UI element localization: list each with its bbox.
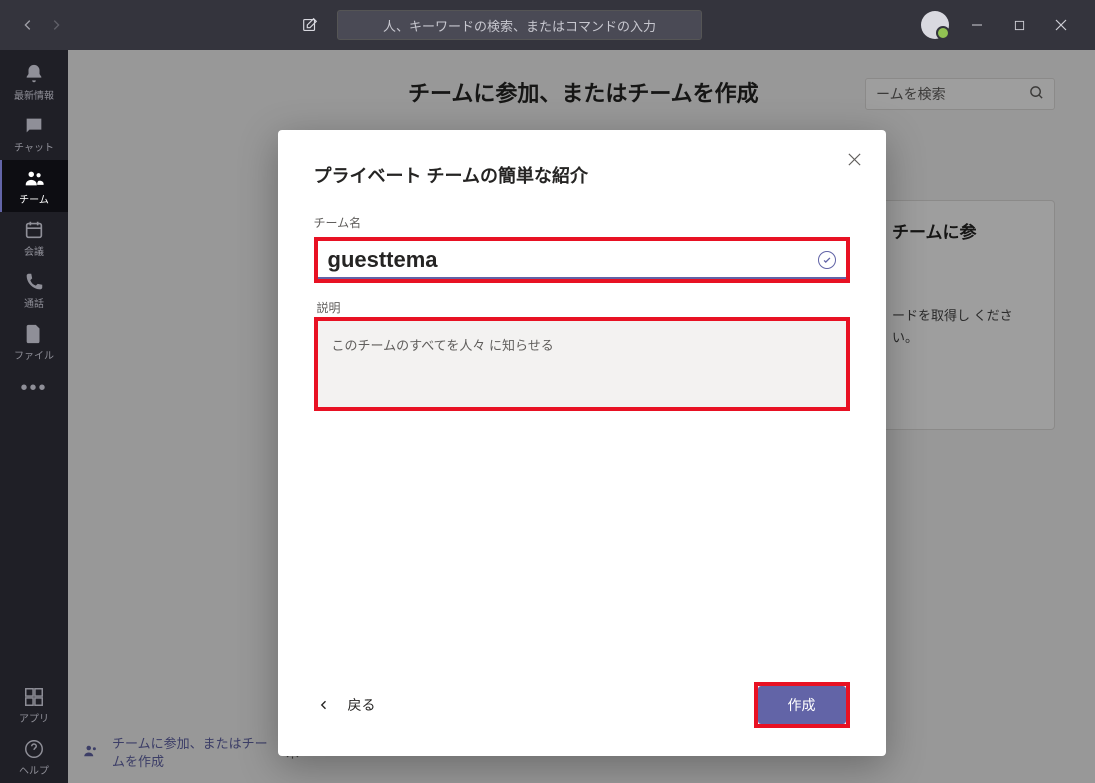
modal-title: プライベート チームの簡単な紹介 bbox=[314, 162, 850, 188]
titlebar: 人、キーワードの検索、またはコマンドの入力 bbox=[0, 0, 1095, 50]
description-highlight: このチームのすべてを人々 に知らせる bbox=[314, 317, 850, 411]
create-button-highlight: 作成 bbox=[754, 682, 850, 728]
rail-item-calls[interactable]: 通話 bbox=[0, 264, 68, 316]
titlebar-right bbox=[921, 11, 1087, 39]
rail-item-files[interactable]: ファイル bbox=[0, 316, 68, 368]
rail-item-activity[interactable]: 最新情報 bbox=[0, 56, 68, 108]
rail-item-teams[interactable]: チーム bbox=[0, 160, 68, 212]
create-button[interactable]: 作成 bbox=[758, 686, 846, 724]
team-name-input[interactable]: guesttema bbox=[318, 241, 846, 279]
rail-more-icon[interactable]: ••• bbox=[0, 368, 68, 408]
team-name-label: チーム名 bbox=[314, 214, 850, 231]
close-icon[interactable] bbox=[1047, 11, 1075, 39]
create-team-modal: プライベート チームの簡単な紹介 チーム名 guesttema 説明 このチーム… bbox=[278, 130, 886, 756]
rail-label: ファイル bbox=[14, 347, 54, 362]
rail-label: 通話 bbox=[24, 295, 44, 310]
compose-icon[interactable] bbox=[295, 10, 325, 40]
check-circle-icon bbox=[818, 251, 836, 269]
modal-footer: 戻る 作成 bbox=[314, 682, 850, 728]
left-rail: 最新情報 チャット チーム 会議 通話 ファイル ••• アプリ ヘルプ bbox=[0, 50, 68, 783]
rail-label: ヘルプ bbox=[19, 762, 49, 777]
rail-label: チーム bbox=[19, 191, 49, 206]
rail-label: 最新情報 bbox=[14, 87, 54, 102]
team-name-value: guesttema bbox=[328, 247, 438, 273]
global-search-input[interactable]: 人、キーワードの検索、またはコマンドの入力 bbox=[337, 10, 702, 40]
titlebar-center: 人、キーワードの検索、またはコマンドの入力 bbox=[76, 10, 921, 40]
minimize-icon[interactable] bbox=[963, 11, 991, 39]
description-input[interactable]: このチームのすべてを人々 に知らせる bbox=[318, 321, 846, 407]
rail-label: チャット bbox=[14, 139, 54, 154]
nav-arrows bbox=[8, 13, 76, 37]
content-area: チームに参加、またはチームを作成 ームを検索 チームに参 ードを取得し ください… bbox=[68, 50, 1095, 783]
avatar[interactable] bbox=[921, 11, 949, 39]
maximize-icon[interactable] bbox=[1005, 11, 1033, 39]
search-placeholder: 人、キーワードの検索、またはコマンドの入力 bbox=[383, 16, 656, 35]
back-label: 戻る bbox=[348, 695, 376, 715]
rail-item-chat[interactable]: チャット bbox=[0, 108, 68, 160]
description-placeholder: このチームのすべてを人々 に知らせる bbox=[332, 338, 554, 353]
description-label: 説明 bbox=[314, 299, 850, 316]
rail-item-meetings[interactable]: 会議 bbox=[0, 212, 68, 264]
back-arrow-icon[interactable] bbox=[16, 13, 40, 37]
rail-item-help[interactable]: ヘルプ bbox=[0, 731, 68, 783]
rail-label: 会議 bbox=[24, 243, 44, 258]
rail-label: アプリ bbox=[19, 710, 49, 725]
back-button[interactable]: 戻る bbox=[314, 687, 380, 723]
rail-item-apps[interactable]: アプリ bbox=[0, 679, 68, 731]
team-name-highlight: guesttema bbox=[314, 237, 850, 283]
close-modal-button[interactable] bbox=[847, 152, 862, 172]
forward-arrow-icon[interactable] bbox=[44, 13, 68, 37]
modal-overlay: プライベート チームの簡単な紹介 チーム名 guesttema 説明 このチーム… bbox=[68, 50, 1095, 783]
